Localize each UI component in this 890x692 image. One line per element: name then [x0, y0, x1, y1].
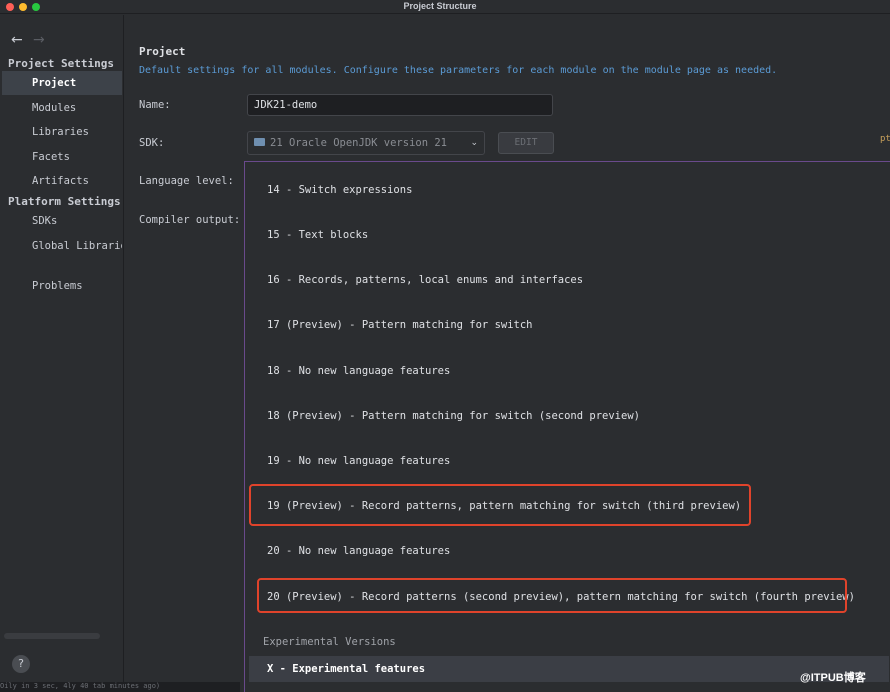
highlight-box-option-20-preview: [257, 578, 847, 613]
list-item[interactable]: 19 - No new language features: [245, 439, 885, 484]
back-arrow-icon[interactable]: ←: [11, 32, 23, 48]
sdk-value: 21 Oracle OpenJDK version 21: [270, 137, 448, 149]
sidebar-item-global-libraries[interactable]: Global Libraries: [2, 234, 122, 258]
list-item-experimental[interactable]: X - Experimental features: [249, 656, 889, 682]
project-structure-window: Project Structure ← → Project Settings P…: [0, 0, 890, 692]
sdk-label: SDK:: [139, 137, 165, 149]
edit-sdk-button[interactable]: EDIT: [498, 132, 554, 154]
chevron-down-icon: ⌄: [470, 138, 478, 148]
name-label: Name:: [139, 99, 171, 111]
sidebar-scrollbar[interactable]: [4, 633, 100, 639]
help-icon[interactable]: ?: [12, 655, 30, 673]
sidebar-item-facets[interactable]: Facets: [2, 145, 122, 169]
platform-settings-header: Platform Settings: [8, 195, 121, 208]
sdk-dropdown[interactable]: 21 Oracle OpenJDK version 21 ⌄: [247, 131, 485, 155]
watermark: @ITPUB博客: [800, 672, 866, 684]
title-bar: Project Structure: [0, 0, 890, 14]
background-edge-fragment: pt: [880, 134, 890, 144]
list-item[interactable]: 14 - Switch expressions: [245, 168, 885, 213]
folder-icon: [254, 138, 265, 146]
project-name-input[interactable]: [247, 94, 553, 116]
background-status-text: Oily in 3 sec, 4ly 40 tab minutes ago): [0, 682, 240, 692]
language-level-dropdown-list[interactable]: 14 - Switch expressions 15 - Text blocks…: [244, 161, 890, 692]
page-description: Default settings for all modules. Config…: [139, 65, 778, 76]
list-item[interactable]: 20 - No new language features: [245, 529, 885, 574]
sidebar-item-sdks[interactable]: SDKs: [2, 209, 122, 233]
list-item[interactable]: 18 - No new language features: [245, 349, 885, 394]
sidebar-item-libraries[interactable]: Libraries: [2, 120, 122, 144]
list-item[interactable]: 15 - Text blocks: [245, 213, 885, 258]
page-title: Project: [139, 45, 186, 58]
sidebar-item-modules[interactable]: Modules: [2, 96, 122, 120]
sidebar-item-problems[interactable]: Problems: [2, 274, 122, 298]
window-title: Project Structure: [403, 1, 477, 11]
compiler-output-label: Compiler output:: [139, 214, 241, 226]
experimental-versions-header: Experimental Versions: [263, 636, 396, 648]
sidebar: ← → Project Settings Project Modules Lib…: [0, 15, 124, 692]
sidebar-item-project[interactable]: Project: [2, 71, 122, 95]
project-settings-header: Project Settings: [8, 57, 114, 70]
forward-arrow-icon[interactable]: →: [33, 32, 45, 48]
language-level-label: Language level:: [139, 175, 234, 187]
list-item[interactable]: 17 (Preview) - Pattern matching for swit…: [245, 303, 885, 348]
highlight-box-option-19-preview: [249, 484, 751, 526]
list-item[interactable]: 16 - Records, patterns, local enums and …: [245, 258, 885, 303]
list-item[interactable]: 18 (Preview) - Pattern matching for swit…: [245, 394, 885, 439]
sidebar-item-artifacts[interactable]: Artifacts: [2, 169, 122, 193]
